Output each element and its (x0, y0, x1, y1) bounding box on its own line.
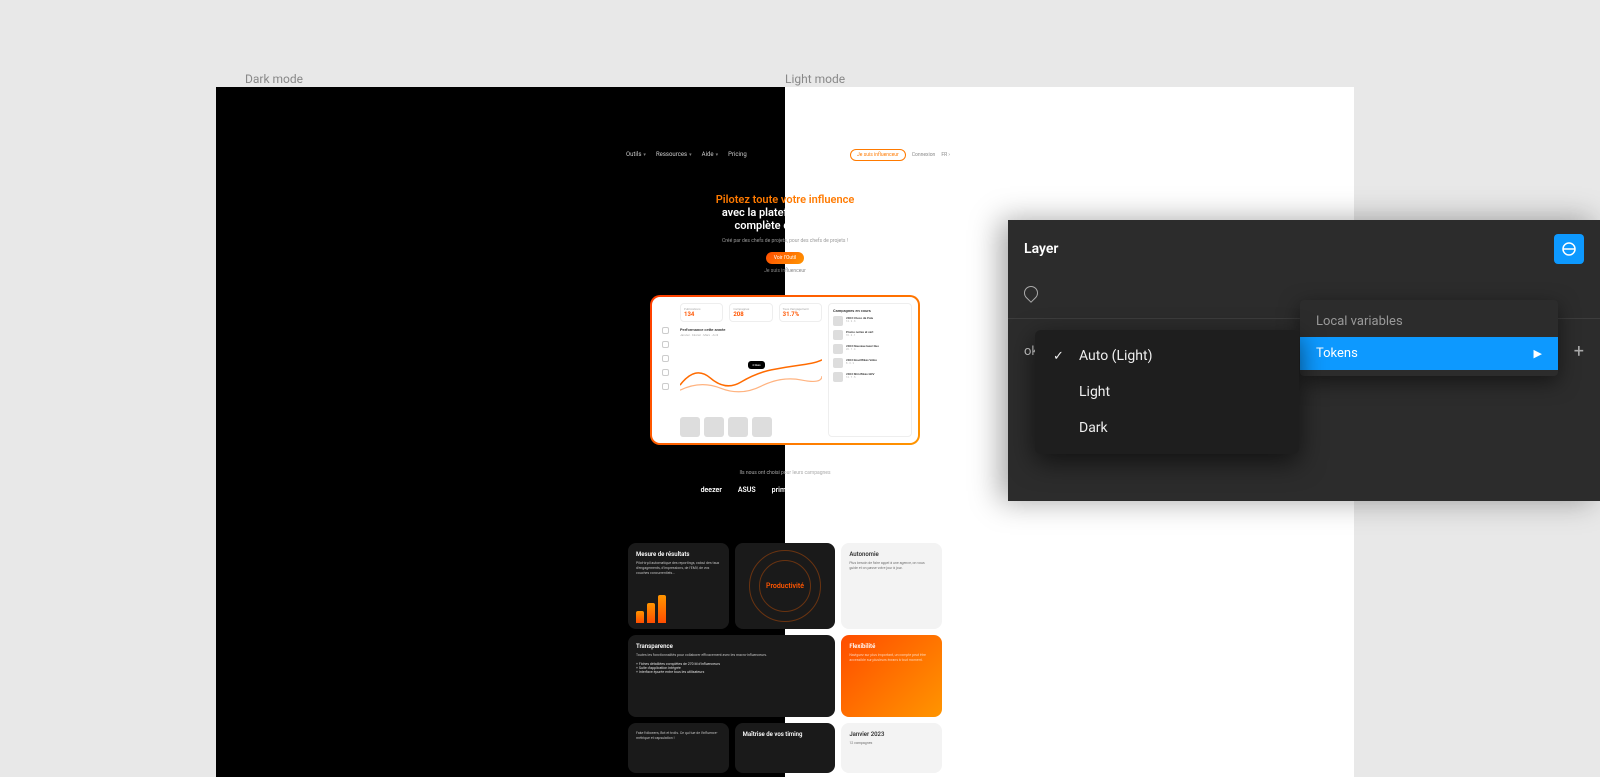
chart-title: Performance cette année (680, 327, 822, 332)
campaigns-title: Campagnes en cours (833, 308, 907, 313)
logo-deezer: deezer (701, 486, 722, 494)
bars-icon (636, 595, 666, 623)
hero-micro-link[interactable]: Je suis influenceur (650, 268, 920, 274)
variables-heading: Local variables (1300, 306, 1558, 337)
feature-fake-followers[interactable]: Fake followers, Bot et trolls. Ce qui tu… (628, 723, 729, 773)
line-chart (680, 343, 822, 407)
feature-title: Janvier 2023 (849, 731, 934, 738)
cta-influencer-pill[interactable]: Je suis influenceur (850, 149, 906, 161)
logo-celio: celio* (851, 486, 869, 494)
stat-card: Taux d'engagement31.7% (779, 303, 822, 322)
feature-transparency[interactable]: Transparence Toutes les fonctionnalités … (628, 635, 835, 717)
feature-title: Maîtrise de vos timing (743, 731, 828, 738)
campaigns-panel: Campagnes en cours 2023 Choco de Pola14 … (828, 303, 912, 437)
campaign-item[interactable]: 2023 Nouveau laser Duo22 · 1 · 4 (833, 344, 907, 354)
logo-vw: VW (825, 486, 836, 494)
chevron-right-icon: ▶ (1534, 347, 1542, 360)
feature-timing[interactable]: Maîtrise de vos timing (735, 723, 836, 773)
thumbnail[interactable] (680, 417, 700, 437)
thumbnail-icon (833, 372, 843, 382)
canvas-label-light: Light mode (785, 72, 845, 86)
mode-submenu: ✓ Auto (Light) Light Dark (1035, 330, 1299, 454)
dashboard-mockup: Publications134 Campagnes208 Taux d'enga… (650, 295, 920, 445)
dash-sidebar (658, 327, 672, 390)
feature-desc: Pilot-à-pil automatique des reportings, … (636, 561, 721, 576)
feature-productivity[interactable]: Productivité (735, 543, 836, 629)
nav-item-ressources[interactable]: Ressources▾ (656, 151, 692, 158)
feature-title: Flexibilité (849, 643, 934, 650)
plus-icon[interactable]: + (1574, 341, 1584, 362)
thumbnail-icon (833, 316, 843, 326)
thumbnail[interactable] (704, 417, 724, 437)
mode-option-light[interactable]: Light (1035, 374, 1299, 410)
login-link[interactable]: Connexion (912, 152, 936, 158)
hero-headline-2: avec la plateforme la plus (650, 206, 920, 219)
chart-panel: Performance cette année Janvier · Févrie… (680, 327, 822, 407)
mode-option-dark[interactable]: Dark (1035, 410, 1299, 446)
campaign-item[interactable]: 2023 Slim Bikes GDV14 · 7 · 5 (833, 372, 907, 382)
feature-desc: Plus besoin de faire appel à une agence,… (849, 561, 934, 571)
chevron-down-icon: ▾ (716, 152, 719, 158)
light-nav: Je suis influenceur Connexion FR › (850, 149, 950, 161)
chevron-down-icon: ▾ (643, 152, 646, 158)
search-icon[interactable] (662, 369, 669, 376)
feature-center-label: Productivité (766, 582, 804, 590)
chart-icon[interactable] (662, 341, 669, 348)
nav-item-aide[interactable]: Aide▾ (702, 151, 718, 158)
feature-title: Mesure de résultats (636, 551, 721, 558)
logo-prime-video: prime video (772, 486, 809, 494)
feature-calendar[interactable]: Janvier 2023 12 campagnes (841, 723, 942, 773)
trust-section: Ils nous ont choisi pour leurs campagnes… (650, 470, 920, 494)
hero-section: Pilotez toute votre influence avec la pl… (650, 193, 920, 274)
thumbnail-icon (833, 358, 843, 368)
feature-desc: Naviguez sur plus important, un compte p… (849, 653, 934, 663)
hero-subtitle: Créé par des chefs de projets, pour des … (650, 238, 920, 244)
feature-title: Autonomie (849, 551, 934, 558)
nav-item-outils[interactable]: Outils▾ (626, 151, 646, 158)
hero-cta-button[interactable]: Voir l'Outil (766, 252, 804, 264)
feature-autonomy[interactable]: Autonomie Plus besoin de faire appel à u… (841, 543, 942, 629)
logo-asus: ASUS (738, 486, 756, 494)
star-icon[interactable] (662, 383, 669, 390)
chevron-down-icon: ▾ (689, 152, 692, 158)
thumbnail-icon (833, 330, 843, 340)
feature-desc: Toutes les fonctionnalités pour collabor… (636, 653, 827, 658)
thumbnail-row (680, 417, 772, 437)
canvas-label-dark: Dark mode (245, 72, 303, 86)
trust-label: Ils nous ont choisi pour leurs campagnes (650, 470, 920, 476)
water-drop-icon (1021, 283, 1041, 303)
variables-icon[interactable] (1554, 234, 1584, 264)
lang-switcher[interactable]: FR › (941, 152, 950, 158)
nav-item-pricing[interactable]: Pricing (728, 151, 747, 158)
hero-headline-1: Pilotez toute votre influence (650, 193, 920, 206)
dark-nav: Outils▾ Ressources▾ Aide▾ Pricing (626, 151, 747, 158)
mode-option-auto[interactable]: ✓ Auto (Light) (1035, 338, 1299, 374)
feature-meta: 12 campagnes (849, 741, 934, 746)
feature-flexibility[interactable]: Flexibilité Naviguez sur plus important,… (841, 635, 942, 717)
house-icon[interactable] (662, 327, 669, 334)
feature-desc: Fake followers, Bot et trolls. Ce qui tu… (636, 731, 721, 741)
feature-results[interactable]: Mesure de résultats Pilot-à-pil automati… (628, 543, 729, 629)
variables-dropdown: Local variables Tokens ▶ (1300, 300, 1558, 376)
campaign-item[interactable]: 2023 Road Bikes Vélos8 · 3 · 2 (833, 358, 907, 368)
hero-headline-3: complète du marché (650, 219, 920, 232)
stat-card: Publications134 (680, 303, 723, 322)
feature-list: Fiches détaillées complètes de 270 M d'i… (636, 662, 827, 674)
campaign-item[interactable]: Promo noires et vert10 · 6 · 1 (833, 330, 907, 340)
check-icon: ✓ (1053, 349, 1067, 364)
thumbnail[interactable] (752, 417, 772, 437)
thumbnail-icon (833, 344, 843, 354)
globe-icon[interactable] (662, 355, 669, 362)
stat-card: Campagnes208 (729, 303, 772, 322)
feature-title: Transparence (636, 643, 827, 650)
chart-subtitle: Janvier · Février · Mars · Avril (680, 333, 822, 337)
thumbnail[interactable] (728, 417, 748, 437)
variables-tokens-item[interactable]: Tokens ▶ (1300, 337, 1558, 370)
campaign-item[interactable]: 2023 Choco de Pola14 · 2 · 3 (833, 316, 907, 326)
panel-section-layer: Layer (1024, 241, 1058, 257)
stats-row: Publications134 Campagnes208 Taux d'enga… (680, 303, 822, 322)
feature-grid: Mesure de résultats Pilot-à-pil automati… (628, 543, 942, 773)
chart-tooltip: 4 likes (748, 361, 765, 369)
